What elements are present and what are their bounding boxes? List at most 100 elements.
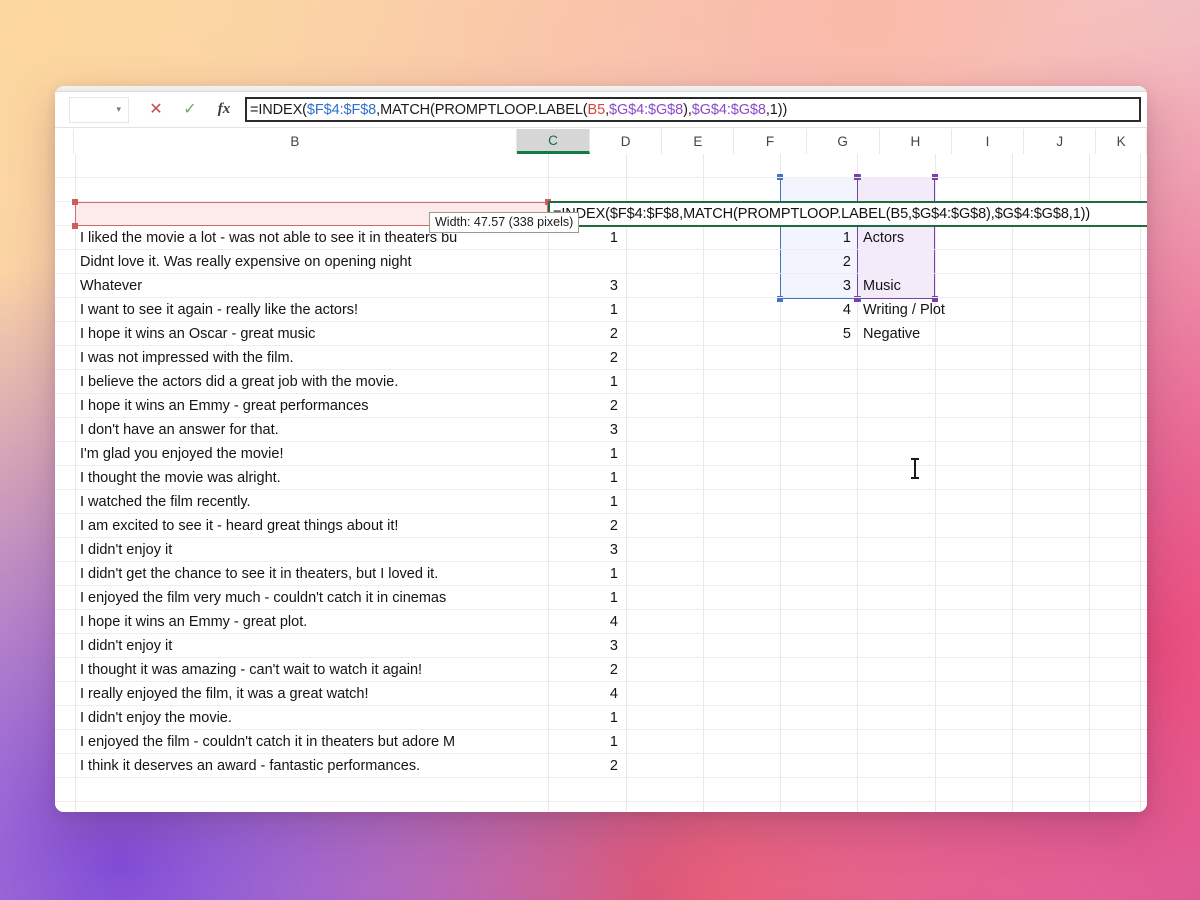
- tag-id-cell[interactable]: 1: [549, 370, 626, 394]
- column-header-label: J: [1056, 134, 1063, 149]
- tag-id-cell[interactable]: 2: [549, 394, 626, 418]
- response-cell[interactable]: I believe the actors did a great job wit…: [75, 370, 548, 394]
- tag-id-cell[interactable]: 1: [549, 706, 626, 730]
- tag-id-cell[interactable]: 4: [549, 610, 626, 634]
- tag-id-cell[interactable]: 3: [549, 634, 626, 658]
- formula-token: ,1)): [766, 102, 787, 118]
- column-header-e[interactable]: E: [662, 129, 734, 154]
- column-header-label: C: [548, 133, 558, 148]
- lookup-id-cell[interactable]: 5: [780, 322, 858, 346]
- tag-id-cell[interactable]: 1: [549, 730, 626, 754]
- lookup-label-cell[interactable]: Music: [858, 274, 935, 298]
- lookup-label-cell[interactable]: Negative: [858, 322, 935, 346]
- formula-token: B5: [588, 102, 606, 118]
- in-cell-formula-editor[interactable]: =INDEX($F$4:$F$8,MATCH(PROMPTLOOP.LABEL(…: [548, 201, 1147, 227]
- spreadsheet-grid[interactable]: Questionaire ResponsesTag IDIdTagging Li…: [55, 154, 1147, 812]
- column-header-label: B: [290, 134, 299, 149]
- tag-id-cell[interactable]: 3: [549, 418, 626, 442]
- tag-id-cell[interactable]: 3: [549, 274, 626, 298]
- formula-bar-buttons: ✕ ✓ fx: [139, 97, 241, 123]
- column-header-label: H: [910, 134, 920, 149]
- response-cell[interactable]: I am excited to see it - heard great thi…: [75, 514, 548, 538]
- response-cell[interactable]: I thought it was amazing - can't wait to…: [75, 658, 548, 682]
- column-header-label: D: [621, 134, 631, 149]
- lookup-id-cell[interactable]: 1: [780, 226, 858, 250]
- enter-check-icon[interactable]: ✓: [173, 97, 207, 123]
- formula-token: ,MATCH(PROMPTLOOP.LABEL(: [376, 102, 587, 118]
- response-cell[interactable]: I think it deserves an award - fantastic…: [75, 754, 548, 778]
- column-header-j[interactable]: J: [1024, 129, 1096, 154]
- formula-token: =INDEX(: [250, 102, 307, 118]
- response-cell[interactable]: I didn't enjoy the movie.: [75, 706, 548, 730]
- formula-token: $G$4:$G$8: [692, 102, 766, 118]
- lookup-label-cell[interactable]: Actors: [858, 226, 935, 250]
- response-cell[interactable]: Whatever: [75, 274, 548, 298]
- response-cell[interactable]: I didn't enjoy it: [75, 634, 548, 658]
- column-header-a-partial[interactable]: [55, 129, 74, 154]
- fx-insert-function-icon[interactable]: fx: [207, 97, 241, 123]
- desktop-background: ▾ ✕ ✓ fx =INDEX($F$4:$F$8,MATCH(PROMPTLO…: [0, 0, 1200, 900]
- column-header-label: E: [693, 134, 702, 149]
- reference-handle[interactable]: [72, 199, 78, 205]
- tag-id-cell[interactable]: 2: [549, 658, 626, 682]
- tag-id-cell[interactable]: 2: [549, 754, 626, 778]
- lookup-id-cell[interactable]: 2: [780, 250, 858, 274]
- tag-id-cell[interactable]: 3: [549, 538, 626, 562]
- lookup-id-cell[interactable]: 3: [780, 274, 858, 298]
- response-cell[interactable]: I hope it wins an Emmy - great plot.: [75, 610, 548, 634]
- column-header-i[interactable]: I: [952, 129, 1024, 154]
- text-cursor-ibeam: [914, 460, 916, 477]
- column-header-h[interactable]: H: [880, 129, 952, 154]
- tag-id-cell[interactable]: 4: [549, 682, 626, 706]
- response-cell[interactable]: I really enjoyed the film, it was a grea…: [75, 682, 548, 706]
- tag-id-cell[interactable]: 1: [549, 586, 626, 610]
- spreadsheet-window: ▾ ✕ ✓ fx =INDEX($F$4:$F$8,MATCH(PROMPTLO…: [55, 86, 1147, 812]
- name-box[interactable]: ▾: [69, 97, 129, 123]
- response-cell[interactable]: I didn't get the chance to see it in the…: [75, 562, 548, 586]
- lookup-label-cell[interactable]: Writing / Plot: [858, 298, 935, 322]
- response-cell[interactable]: I didn't enjoy it: [75, 538, 548, 562]
- tag-id-cell[interactable]: 1: [549, 442, 626, 466]
- chevron-down-icon[interactable]: ▾: [116, 105, 121, 114]
- tag-id-cell[interactable]: 1: [549, 562, 626, 586]
- column-header-label: F: [766, 134, 774, 149]
- column-header-f[interactable]: F: [734, 129, 806, 154]
- tag-id-cell[interactable]: [549, 250, 626, 274]
- column-header-c[interactable]: C: [517, 129, 590, 154]
- response-cell[interactable]: I watched the film recently.: [75, 490, 548, 514]
- formula-token: $G$4:$G$8: [609, 102, 683, 118]
- tag-id-cell[interactable]: 1: [549, 298, 626, 322]
- tag-id-cell[interactable]: 1: [549, 490, 626, 514]
- response-cell[interactable]: I don't have an answer for that.: [75, 418, 548, 442]
- response-cell[interactable]: I enjoyed the film very much - couldn't …: [75, 586, 548, 610]
- tag-id-cell[interactable]: 2: [549, 346, 626, 370]
- cancel-x-icon[interactable]: ✕: [139, 97, 173, 123]
- lookup-label-cell[interactable]: [858, 250, 935, 274]
- column-header-b[interactable]: B: [74, 129, 517, 154]
- formula-token: $F$4:$F$8: [307, 102, 376, 118]
- column-header-row: B C D E F G H I J K: [55, 129, 1147, 154]
- column-header-d[interactable]: D: [590, 129, 662, 154]
- table-row[interactable]: [55, 154, 1147, 178]
- formula-bar: ▾ ✕ ✓ fx =INDEX($F$4:$F$8,MATCH(PROMPTLO…: [55, 92, 1147, 128]
- table-row[interactable]: [55, 178, 1147, 202]
- response-cell[interactable]: I thought the movie was alright.: [75, 466, 548, 490]
- response-cell[interactable]: I was not impressed with the film.: [75, 346, 548, 370]
- column-header-label: G: [837, 134, 848, 149]
- response-cell[interactable]: I'm glad you enjoyed the movie!: [75, 442, 548, 466]
- column-header-k[interactable]: K: [1096, 129, 1147, 154]
- response-cell[interactable]: I hope it wins an Oscar - great music: [75, 322, 548, 346]
- formula-input[interactable]: =INDEX($F$4:$F$8,MATCH(PROMPTLOOP.LABEL(…: [245, 97, 1141, 122]
- lookup-id-cell[interactable]: 4: [780, 298, 858, 322]
- tag-id-cell[interactable]: 1: [549, 466, 626, 490]
- reference-handle[interactable]: [72, 223, 78, 229]
- response-cell[interactable]: Didnt love it. Was really expensive on o…: [75, 250, 548, 274]
- table-row[interactable]: [55, 778, 1147, 802]
- column-header-g[interactable]: G: [807, 129, 880, 154]
- response-cell[interactable]: I want to see it again - really like the…: [75, 298, 548, 322]
- tag-id-cell[interactable]: 2: [549, 322, 626, 346]
- response-cell[interactable]: I hope it wins an Emmy - great performan…: [75, 394, 548, 418]
- tag-id-cell[interactable]: 2: [549, 514, 626, 538]
- response-cell[interactable]: I enjoyed the film - couldn't catch it i…: [75, 730, 548, 754]
- column-width-tooltip: Width: 47.57 (338 pixels): [429, 212, 579, 233]
